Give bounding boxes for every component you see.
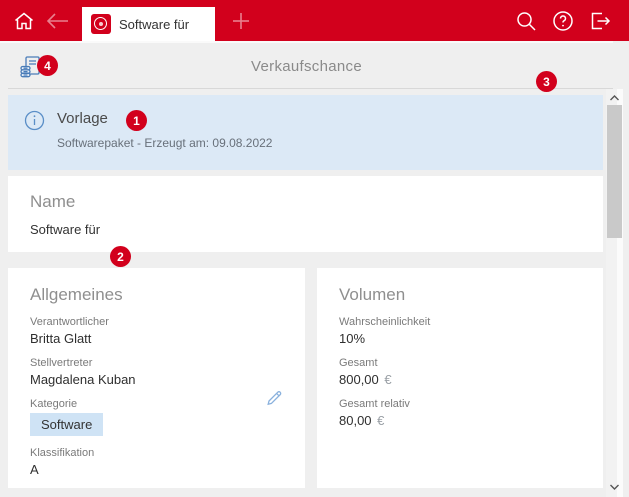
- step-badge-3: 3: [536, 71, 557, 92]
- field-value: 800,00 €: [339, 372, 581, 387]
- field-value: 10%: [339, 331, 581, 346]
- template-info-box: Vorlage Softwarepaket - Erzeugt am: 09.0…: [8, 95, 603, 170]
- field-label: Gesamt relativ: [339, 398, 581, 410]
- field-value: A: [30, 462, 283, 477]
- field-kategorie: Kategorie Software: [30, 398, 283, 436]
- info-box-title: Vorlage: [57, 110, 108, 127]
- field-wahrscheinlichkeit: Wahrscheinlichkeit 10%: [339, 316, 581, 346]
- field-gesamt-relativ: Gesamt relativ 80,00 €: [339, 398, 581, 428]
- volumen-heading: Volumen: [339, 285, 581, 305]
- field-gesamt: Gesamt 800,00 €: [339, 357, 581, 387]
- step-badge-1: 1: [126, 110, 147, 131]
- name-card-heading: Name: [30, 192, 581, 212]
- opportunity-icon: [91, 14, 111, 34]
- step-badge-4: 4: [37, 55, 58, 76]
- field-value: Britta Glatt: [30, 331, 283, 346]
- field-value: Magdalena Kuban: [30, 372, 283, 387]
- search-icon[interactable]: [515, 10, 537, 32]
- page-title: Verkaufschance: [0, 58, 613, 75]
- scroll-up-icon[interactable]: [608, 93, 621, 103]
- field-label: Gesamt: [339, 357, 581, 369]
- category-chip: Software: [30, 413, 103, 436]
- info-icon: [24, 110, 45, 131]
- field-label: Klassifikation: [30, 447, 283, 459]
- scrollbar: [606, 89, 623, 497]
- app-window: Software für Verkaufschance: [0, 0, 629, 497]
- currency-suffix: €: [384, 372, 391, 387]
- field-value: 80,00 €: [339, 413, 581, 428]
- field-stellvertreter: Stellvertreter Magdalena Kuban: [30, 357, 283, 387]
- home-icon[interactable]: [13, 10, 35, 32]
- field-verantwortlicher: Verantwortlicher Britta Glatt: [30, 316, 283, 346]
- scroll-down-icon[interactable]: [608, 482, 621, 492]
- step-badge-2: 2: [110, 246, 131, 267]
- field-label: Kategorie: [30, 398, 283, 410]
- toolbar: Verkaufschance Bearbeiten: [0, 41, 613, 89]
- tab-software-fuer[interactable]: Software für: [82, 7, 215, 41]
- info-box-subtitle: Softwarepaket - Erzeugt am: 09.08.2022: [57, 136, 272, 150]
- field-label: Verantwortlicher: [30, 316, 283, 328]
- edit-pencil-icon[interactable]: [264, 388, 284, 408]
- help-icon[interactable]: [552, 10, 574, 32]
- currency-suffix: €: [377, 413, 384, 428]
- back-icon[interactable]: [44, 11, 70, 31]
- logout-icon[interactable]: [589, 10, 611, 32]
- allgemeines-heading: Allgemeines: [30, 285, 283, 305]
- field-label: Stellvertreter: [30, 357, 283, 369]
- allgemeines-card: Allgemeines Verantwortlicher Britta Glat…: [8, 268, 305, 488]
- field-label: Wahrscheinlichkeit: [339, 316, 581, 328]
- app-header: Software für: [0, 0, 629, 41]
- volumen-card: Volumen Wahrscheinlichkeit 10% Gesamt 80…: [317, 268, 603, 488]
- name-card: Name Software für: [8, 176, 603, 252]
- scrollbar-thumb[interactable]: [607, 105, 622, 238]
- add-tab-icon[interactable]: [231, 11, 251, 31]
- tab-label: Software für: [119, 17, 189, 32]
- field-klassifikation: Klassifikation A: [30, 447, 283, 477]
- name-card-value: Software für: [30, 222, 581, 237]
